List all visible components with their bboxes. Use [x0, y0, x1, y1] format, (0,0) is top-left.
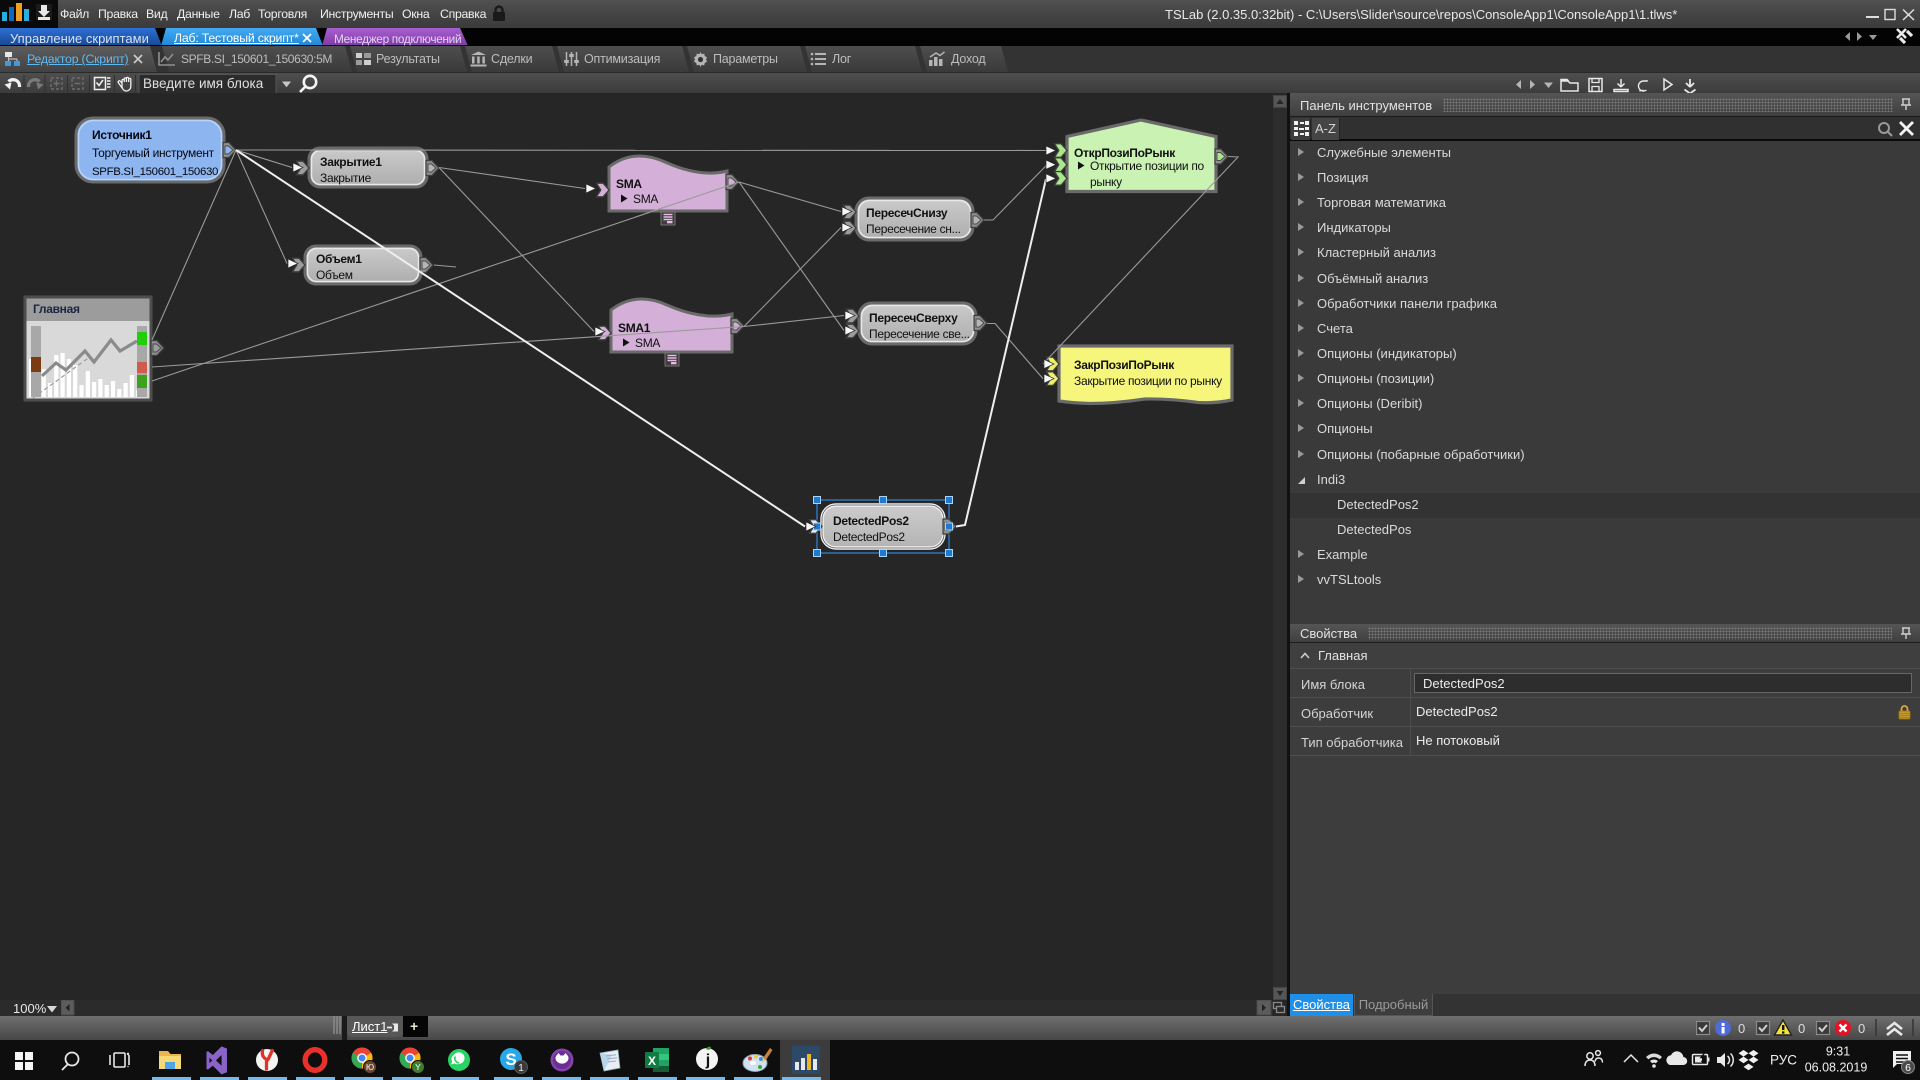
svg-text:0: 0: [1738, 1021, 1745, 1036]
svg-text:SMA: SMA: [635, 336, 660, 350]
svg-text:6: 6: [1905, 1062, 1911, 1074]
svg-text:Главная: Главная: [33, 302, 80, 316]
svg-text:Пересечение сн...: Пересечение сн...: [866, 222, 961, 236]
svg-text:Открытие позиции по: Открытие позиции по: [1090, 159, 1205, 173]
svg-text:ПересечСнизу: ПересечСнизу: [866, 206, 948, 220]
svg-text:1: 1: [518, 1063, 524, 1074]
svg-text:SPFB.SI_150601_150630: SPFB.SI_150601_150630: [92, 166, 218, 178]
svg-text:Закрытие1: Закрытие1: [320, 155, 382, 169]
svg-text:Закрытие позиции по рынку: Закрытие позиции по рынку: [1074, 374, 1222, 388]
svg-text:ЗакрПозиПоРынк: ЗакрПозиПоРынк: [1074, 358, 1175, 372]
svg-text:SMA: SMA: [616, 177, 642, 191]
svg-text:рынку: рынку: [1090, 175, 1122, 189]
svg-text:Y: Y: [415, 1062, 421, 1072]
svg-text:Пересечение све...: Пересечение све...: [869, 327, 970, 341]
svg-text:06.08.2019: 06.08.2019: [1805, 1061, 1868, 1075]
svg-text:Источник1: Источник1: [92, 128, 152, 142]
svg-text:X: X: [648, 1054, 656, 1068]
svg-text:Ю: Ю: [366, 1063, 374, 1072]
svg-text:0: 0: [1798, 1021, 1805, 1036]
svg-text:9:31: 9:31: [1826, 1045, 1850, 1059]
svg-text:Закрытие: Закрытие: [320, 171, 372, 185]
svg-text:ПересечСверху: ПересечСверху: [869, 311, 958, 325]
svg-text:РУС: РУС: [1770, 1053, 1797, 1068]
svg-text:ОткрПозиПоРынк: ОткрПозиПоРынк: [1074, 146, 1176, 160]
svg-text:SMA: SMA: [633, 192, 658, 206]
svg-text:Торгуемый инструмент: Торгуемый инструмент: [92, 146, 215, 160]
svg-text:0: 0: [1858, 1021, 1865, 1036]
svg-text:Объем: Объем: [316, 268, 353, 282]
svg-text:j: j: [705, 1052, 710, 1069]
svg-text:DetectedPos2: DetectedPos2: [833, 514, 909, 528]
svg-text:DetectedPos2: DetectedPos2: [833, 530, 905, 544]
svg-text:Объем1: Объем1: [316, 252, 362, 266]
